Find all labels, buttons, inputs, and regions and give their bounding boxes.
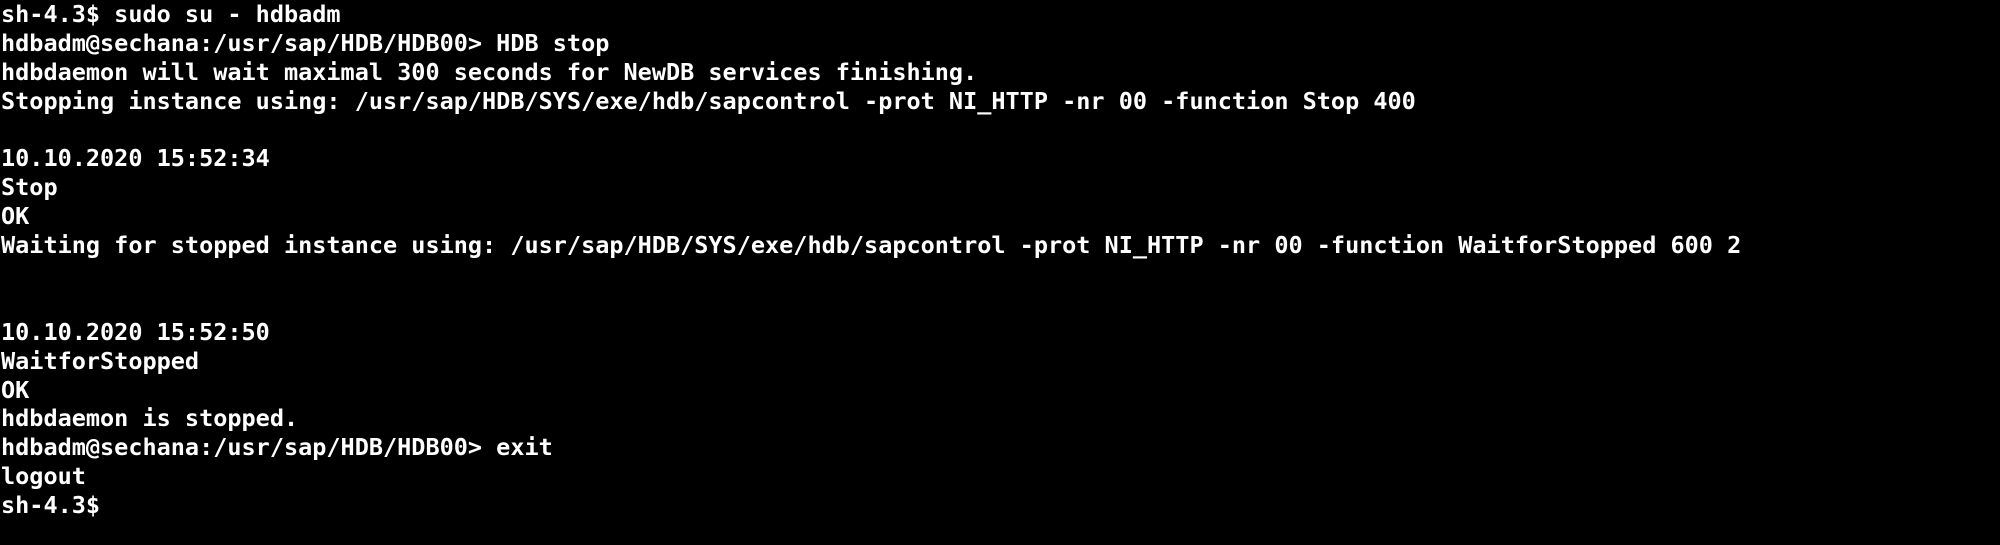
terminal-line-waitforstopped: WaitforStopped	[1, 346, 200, 375]
terminal-line-wait-notice: hdbdaemon will wait maximal 300 seconds …	[1, 57, 978, 86]
terminal-line-stop: Stop	[1, 173, 58, 202]
terminal-line-hdb-stop-command: hdbadm@sechana:/usr/sap/HDB/HDB00> HDB s…	[1, 28, 610, 57]
terminal-line-logout: logout	[1, 462, 86, 491]
terminal-line-stopping-instance: Stopping instance using: /usr/sap/HDB/SY…	[1, 86, 1416, 115]
terminal-line-timestamp-waitfor: 10.10.2020 15:52:50	[1, 317, 270, 346]
terminal-line-daemon-stopped: hdbdaemon is stopped.	[1, 404, 299, 433]
terminal-window[interactable]: sh-4.3$ sudo su - hdbadm hdbadm@sechana:…	[0, 0, 2000, 545]
terminal-line-exit-command: hdbadm@sechana:/usr/sap/HDB/HDB00> exit	[1, 433, 553, 462]
terminal-line-ok: OK	[1, 375, 30, 404]
terminal-line-su-command: sh-4.3$ sudo su - hdbadm	[1, 0, 341, 28]
terminal-line-timestamp-stop: 10.10.2020 15:52:34	[1, 144, 270, 173]
terminal-line-waiting-instance: Waiting for stopped instance using: /usr…	[1, 231, 1742, 260]
terminal-prompt-current[interactable]: sh-4.3$	[1, 491, 2000, 520]
terminal-line-ok: OK	[1, 202, 30, 231]
